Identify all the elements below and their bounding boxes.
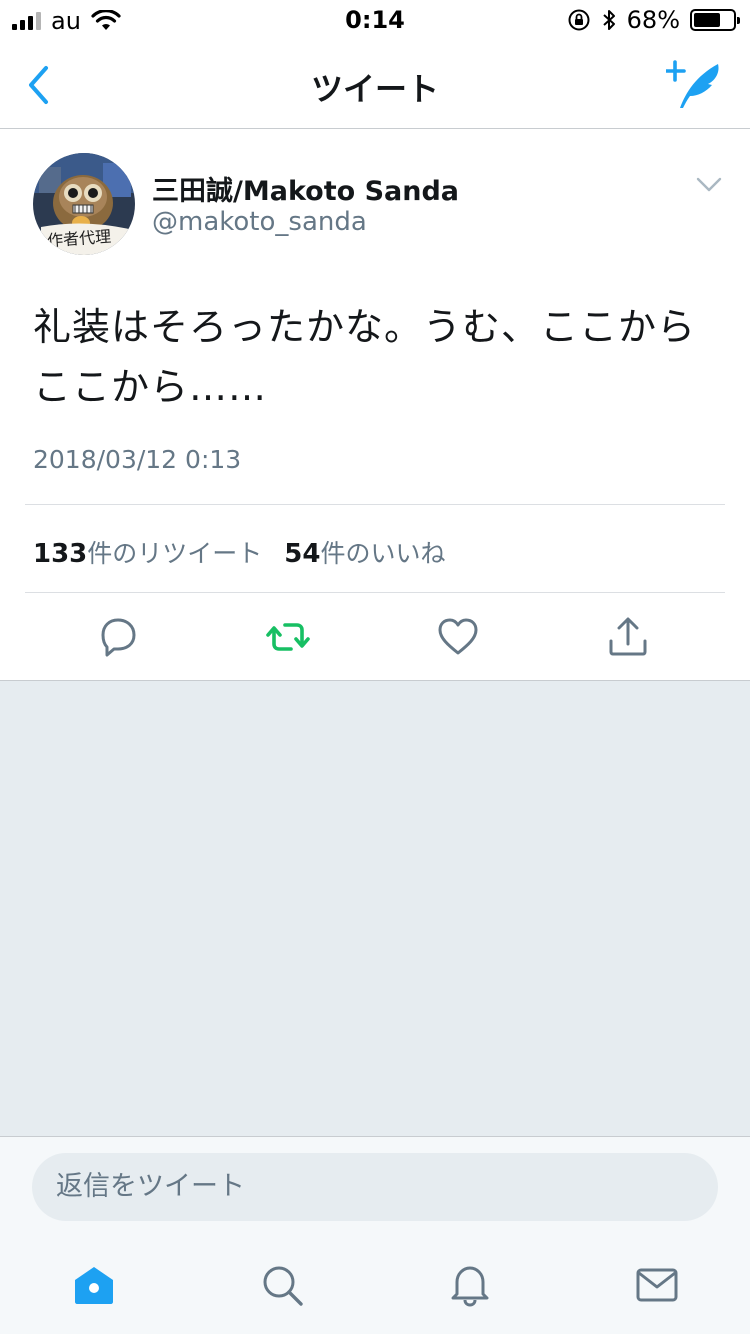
tweet-actions: [25, 594, 725, 680]
messages-icon[interactable]: [634, 1262, 680, 1308]
reply-input[interactable]: 返信をツイート: [32, 1153, 718, 1221]
avatar[interactable]: 作者代理: [33, 153, 135, 255]
chevron-down-icon[interactable]: [696, 175, 722, 195]
retweet-count-label: 件のリツイート: [87, 539, 263, 568]
notifications-icon[interactable]: [447, 1262, 493, 1308]
divider: [25, 504, 725, 505]
orientation-lock-icon: [568, 9, 590, 31]
page-title: ツイート: [310, 70, 439, 108]
tweet-text: 礼装はそろったかな。うむ、ここからここから……: [33, 305, 697, 409]
like-count-link[interactable]: 54件のいいね: [284, 534, 445, 570]
avatar-caption: 作者代理: [46, 226, 112, 251]
tweet-stats: 133件のリツイート 54件のいいね: [33, 534, 459, 570]
search-icon[interactable]: [259, 1262, 305, 1308]
retweet-count-link[interactable]: 133件のリツイート: [33, 534, 262, 570]
retweet-count: 133: [33, 539, 88, 569]
author-handle[interactable]: @makoto_sanda: [152, 207, 367, 237]
reply-bar: 返信をツイート: [0, 1136, 750, 1236]
navigation-bar: ツイート: [0, 42, 750, 129]
battery-icon: [690, 9, 740, 31]
like-count-label: 件のいいね: [320, 539, 446, 568]
tweet-timestamp: 2018/03/12 0:13: [33, 445, 242, 474]
status-right: 68%: [567, 6, 740, 34]
battery-fill: [694, 13, 720, 27]
retweet-icon[interactable]: [265, 614, 311, 660]
battery-percentage: 68%: [626, 6, 680, 34]
bluetooth-icon: [602, 10, 615, 30]
home-icon[interactable]: [71, 1262, 117, 1308]
share-icon[interactable]: [605, 614, 651, 660]
compose-tweet-icon[interactable]: [666, 58, 724, 110]
replies-area: [0, 681, 750, 1136]
like-icon[interactable]: [435, 614, 481, 660]
divider: [25, 592, 725, 593]
like-count: 54: [284, 539, 321, 569]
author-name[interactable]: 三田誠/Makoto Sanda: [152, 169, 459, 208]
reply-icon[interactable]: [95, 614, 141, 660]
status-bar: au 0:14 68%: [0, 0, 750, 42]
tweet-detail: 作者代理 三田誠/Makoto Sanda @makoto_sanda 礼装はそ…: [0, 129, 750, 681]
tab-bar: [0, 1236, 750, 1334]
